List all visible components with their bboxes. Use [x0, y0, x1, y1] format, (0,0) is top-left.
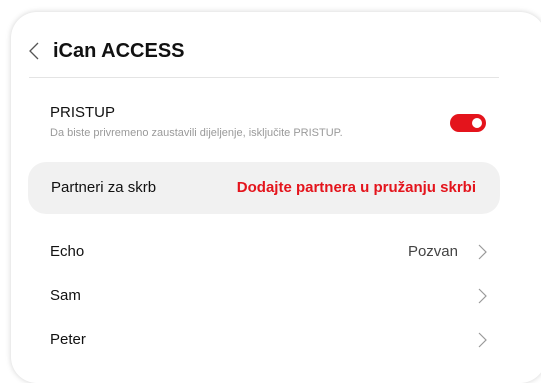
- header: iCan ACCESS: [27, 36, 185, 66]
- contact-row-echo[interactable]: Echo Pozvan: [50, 238, 495, 266]
- contact-row-peter[interactable]: Peter: [50, 326, 495, 354]
- chevron-right-icon: [477, 287, 487, 305]
- contact-name: Sam: [50, 287, 81, 304]
- chevron-left-icon[interactable]: [27, 41, 41, 61]
- page-title: iCan ACCESS: [53, 39, 185, 62]
- toggle-knob: [472, 118, 482, 128]
- header-divider: [29, 77, 499, 78]
- chevron-right-icon: [477, 331, 487, 349]
- add-care-partner-link[interactable]: Dodajte partnera u pružanju skrbi: [237, 179, 476, 196]
- care-partners-label: Partneri za skrb: [51, 179, 157, 196]
- contact-row-sam[interactable]: Sam: [50, 282, 495, 310]
- access-setting-row: PRISTUP Da biste privremeno zaustavili d…: [50, 104, 500, 150]
- care-partners-row: Partneri za skrb Dodajte partnera u pruž…: [28, 162, 500, 214]
- chevron-right-icon: [477, 243, 487, 261]
- contact-name: Echo: [50, 243, 85, 260]
- contact-status: Pozvan: [407, 243, 458, 260]
- contact-name: Peter: [50, 331, 86, 348]
- access-toggle[interactable]: [450, 114, 486, 132]
- access-description: Da biste privremeno zaustavili dijeljenj…: [50, 127, 343, 139]
- access-label: PRISTUP: [50, 104, 116, 121]
